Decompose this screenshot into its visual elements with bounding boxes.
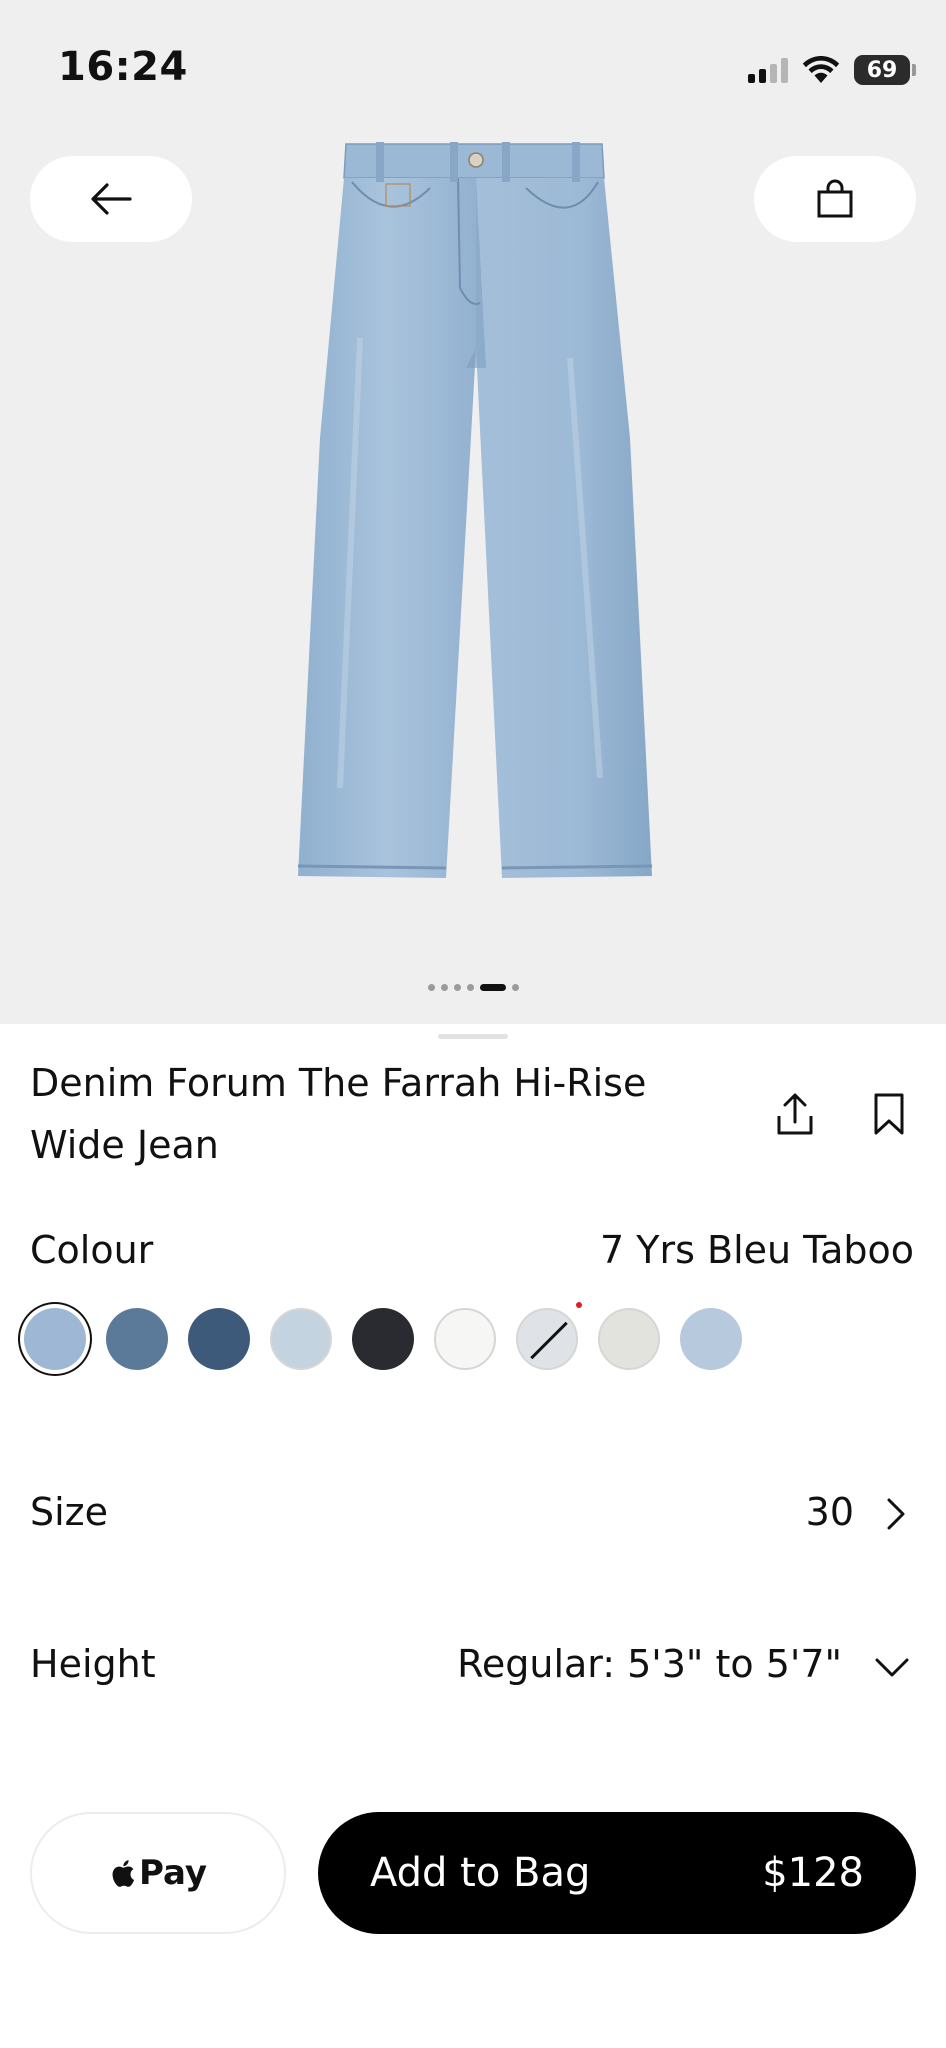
size-label: Size [30, 1490, 109, 1534]
colour-swatch[interactable] [188, 1308, 250, 1370]
apple-pay-label: Pay [138, 1853, 208, 1893]
chevron-down-icon [875, 1658, 909, 1677]
product-gallery[interactable]: 16:24 69 [0, 0, 946, 1024]
colour-swatch[interactable] [106, 1308, 168, 1370]
wifi-icon [802, 56, 840, 83]
battery-cap [912, 64, 916, 76]
colour-swatch[interactable] [680, 1308, 742, 1370]
cellular-signal-icon [748, 57, 788, 83]
battery-level: 69 [866, 57, 898, 83]
selected-colour-name: 7 Yrs Bleu Taboo [600, 1228, 914, 1272]
carousel-dot[interactable] [427, 984, 435, 991]
colour-swatch[interactable] [434, 1308, 496, 1370]
apple-pay-button[interactable]: Pay [30, 1812, 286, 1934]
notification-dot [576, 1302, 582, 1308]
status-time: 16:24 [58, 44, 188, 90]
sheet-grabber[interactable] [438, 1034, 508, 1039]
carousel-dot[interactable] [440, 984, 448, 991]
carousel-dot[interactable] [466, 984, 474, 991]
colour-swatch[interactable] [598, 1308, 660, 1370]
colour-label: Colour [30, 1228, 154, 1272]
shopping-bag-icon [817, 179, 853, 218]
add-to-bag-button[interactable]: Add to Bag $128 [318, 1812, 916, 1934]
carousel-dot-active[interactable] [479, 984, 506, 991]
status-icons: 69 [748, 52, 916, 88]
battery-icon: 69 [854, 55, 910, 85]
status-bar: 16:24 69 [0, 0, 946, 130]
height-value: Regular: 5'3" to 5'7" [457, 1642, 842, 1686]
share-icon [777, 1093, 813, 1135]
apple-logo-icon [112, 1860, 135, 1887]
product-title: Denim Forum The Farrah Hi-Rise Wide Jean [30, 1061, 647, 1167]
carousel-dot[interactable] [453, 984, 461, 991]
arrow-left-icon [91, 183, 132, 215]
bookmark-button[interactable] [864, 1084, 914, 1144]
unavailable-slash-icon [530, 1321, 568, 1360]
product-image[interactable] [280, 138, 680, 888]
add-to-bag-label: Add to Bag [370, 1850, 591, 1896]
shopping-bag-button[interactable] [754, 156, 916, 242]
product-price: $128 [762, 1850, 864, 1896]
carousel-dot[interactable] [511, 984, 519, 991]
product-details-sheet: Denim Forum The Farrah Hi-Rise Wide Jean… [0, 1024, 946, 2048]
bookmark-icon [874, 1093, 904, 1135]
chevron-right-icon [887, 1498, 905, 1530]
back-button[interactable] [30, 156, 192, 242]
carousel-dots [0, 984, 946, 991]
size-selector[interactable]: Size 30 [0, 1464, 946, 1564]
colour-swatch[interactable] [516, 1302, 582, 1370]
size-value: 30 [805, 1490, 854, 1534]
colour-swatches [24, 1302, 742, 1370]
colour-swatch[interactable] [352, 1308, 414, 1370]
height-label: Height [30, 1642, 156, 1686]
share-button[interactable] [770, 1084, 820, 1144]
height-selector[interactable]: Height Regular: 5'3" to 5'7" [0, 1618, 946, 1718]
colour-swatch[interactable] [24, 1308, 86, 1370]
colour-swatch[interactable] [270, 1308, 332, 1370]
